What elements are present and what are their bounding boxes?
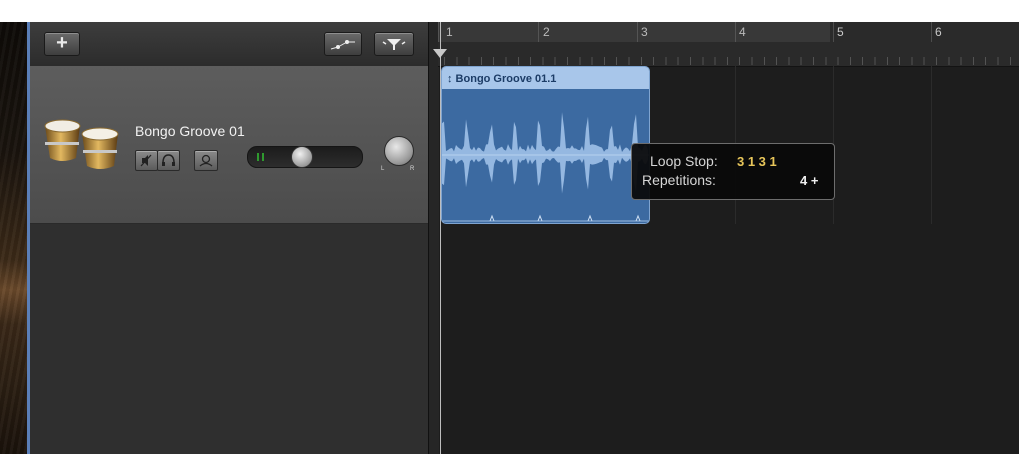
add-track-button[interactable]: + xyxy=(44,32,80,56)
region-header[interactable]: ↕ Bongo Groove 01.1 xyxy=(442,67,649,89)
automation-button[interactable] xyxy=(324,32,362,56)
bar-gridline xyxy=(931,66,932,224)
ruler-bar-number: 6 xyxy=(935,25,942,39)
loop-stop-value: 3 1 3 1 xyxy=(737,154,777,169)
ruler-bar-number: 5 xyxy=(837,25,844,39)
tracks-header: + xyxy=(30,22,428,67)
waveform xyxy=(442,112,649,222)
playhead[interactable] xyxy=(440,22,441,454)
pan-right-label: R xyxy=(410,166,415,172)
volume-slider[interactable] xyxy=(247,146,363,168)
bongo-drums-icon xyxy=(44,119,119,169)
repetitions-label: Repetitions: xyxy=(642,172,716,188)
smart-controls-button[interactable] xyxy=(374,32,414,56)
playhead-icon[interactable] xyxy=(433,49,447,58)
solo-button[interactable] xyxy=(157,150,180,171)
filter-icon xyxy=(382,39,406,50)
mute-button[interactable] xyxy=(135,150,158,171)
audio-region[interactable]: ↕ Bongo Groove 01.1 xyxy=(441,66,650,224)
panel-divider[interactable] xyxy=(428,22,439,454)
library-wood-panel xyxy=(0,22,27,454)
ruler-tick xyxy=(833,22,834,42)
headphones-icon xyxy=(162,154,175,166)
record-enable-icon xyxy=(199,154,213,167)
track-row[interactable]: Bongo Groove 01 L R xyxy=(30,66,428,224)
repetitions-value: 4 + xyxy=(800,173,819,188)
cycle-area[interactable] xyxy=(438,22,830,42)
region-title: ↕ Bongo Groove 01.1 xyxy=(447,73,557,85)
automation-icon xyxy=(330,40,355,50)
loop-tooltip: Loop Stop: 3 1 3 1 Repetitions: 4 + xyxy=(631,143,835,200)
add-icon: + xyxy=(56,32,68,54)
volume-slider-knob[interactable] xyxy=(291,146,313,168)
level-meter xyxy=(262,153,264,161)
mute-icon xyxy=(140,154,152,167)
record-enable-button[interactable] xyxy=(194,150,218,171)
loop-stop-label: Loop Stop: xyxy=(650,153,718,169)
pan-knob-icon[interactable] xyxy=(384,136,414,166)
empty-track-area[interactable] xyxy=(30,224,428,454)
pan-left-label: L xyxy=(381,166,385,172)
level-meter xyxy=(257,153,259,161)
ruler-tick xyxy=(931,22,932,42)
top-margin xyxy=(0,0,1019,22)
ruler-minor-ticks xyxy=(444,57,1019,65)
track-name[interactable]: Bongo Groove 01 xyxy=(135,123,245,139)
